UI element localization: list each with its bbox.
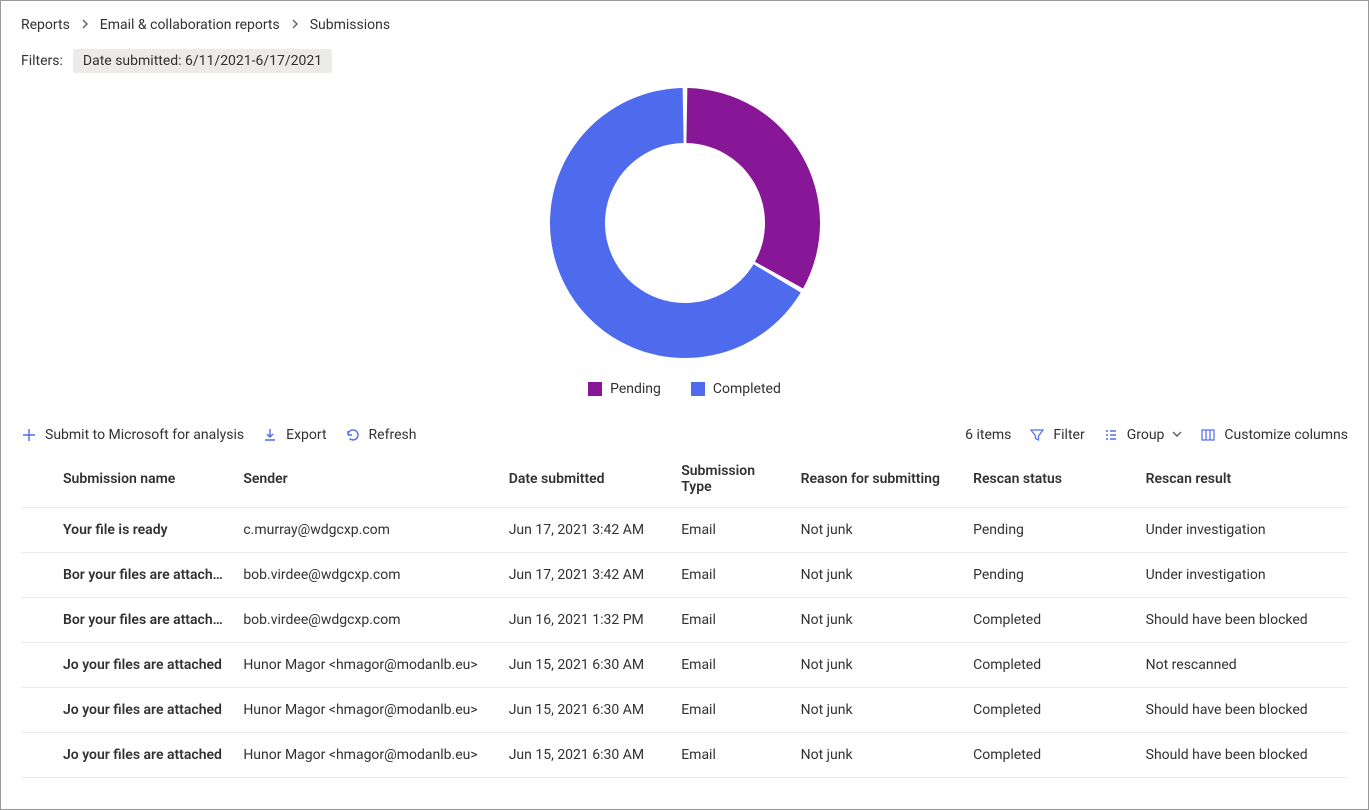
cell-type: Email — [671, 553, 790, 598]
cell-submission-name: Jo your files are attached — [21, 643, 233, 688]
legend-swatch-completed — [691, 382, 705, 396]
donut-chart — [545, 83, 825, 363]
cell-type: Email — [671, 733, 790, 778]
cell-date: Jun 15, 2021 6:30 AM — [499, 643, 672, 688]
cell-rescan-status: Pending — [963, 553, 1136, 598]
cell-type: Email — [671, 598, 790, 643]
chevron-down-icon — [1172, 427, 1182, 443]
cell-date: Jun 16, 2021 1:32 PM — [499, 598, 672, 643]
item-count: 6 items — [965, 427, 1011, 443]
export-button[interactable]: Export — [262, 427, 326, 443]
table-row[interactable]: Your file is readyc.murray@wdgcxp.comJun… — [21, 508, 1348, 553]
cell-rescan-result: Should have been blocked — [1136, 733, 1348, 778]
filter-label: Filter — [1053, 427, 1084, 443]
col-submission-name[interactable]: Submission name — [21, 451, 233, 508]
group-button[interactable]: Group — [1103, 427, 1183, 443]
cell-type: Email — [671, 688, 790, 733]
table-row[interactable]: Bor your files are attachedbob.virdee@wd… — [21, 553, 1348, 598]
donut-slice-pending[interactable] — [686, 88, 820, 288]
breadcrumb: Reports Email & collaboration reports Su… — [21, 17, 1348, 33]
table-row[interactable]: Jo your files are attachedHunor Magor <h… — [21, 643, 1348, 688]
table-header-row: Submission name Sender Date submitted Su… — [21, 451, 1348, 508]
toolbar: Submit to Microsoft for analysis Export … — [21, 427, 1348, 443]
cell-submission-name: Bor your files are attached — [21, 553, 233, 598]
filters-label: Filters: — [21, 53, 63, 69]
submissions-table: Submission name Sender Date submitted Su… — [21, 451, 1348, 778]
cell-date: Jun 15, 2021 6:30 AM — [499, 688, 672, 733]
filters-row: Filters: Date submitted: 6/11/2021-6/17/… — [21, 49, 1348, 73]
cell-rescan-status: Pending — [963, 508, 1136, 553]
cell-reason: Not junk — [791, 688, 964, 733]
cell-type: Email — [671, 508, 790, 553]
col-submission-type[interactable]: Submission Type — [671, 451, 790, 508]
col-reason[interactable]: Reason for submitting — [791, 451, 964, 508]
group-label: Group — [1127, 427, 1165, 443]
legend-swatch-pending — [588, 382, 602, 396]
refresh-icon — [345, 427, 361, 443]
chevron-right-icon — [290, 17, 300, 33]
filter-icon — [1029, 427, 1045, 443]
customize-label: Customize columns — [1224, 427, 1348, 443]
customize-columns-button[interactable]: Customize columns — [1200, 427, 1348, 443]
cell-rescan-status: Completed — [963, 733, 1136, 778]
breadcrumb-email-collab[interactable]: Email & collaboration reports — [100, 17, 280, 33]
legend-label: Completed — [713, 381, 781, 397]
col-sender[interactable]: Sender — [233, 451, 498, 508]
col-rescan-status[interactable]: Rescan status — [963, 451, 1136, 508]
breadcrumb-submissions[interactable]: Submissions — [310, 17, 390, 33]
breadcrumb-reports[interactable]: Reports — [21, 17, 70, 33]
cell-date: Jun 15, 2021 6:30 AM — [499, 733, 672, 778]
cell-rescan-result: Under investigation — [1136, 508, 1348, 553]
cell-submission-name: Bor your files are attached — [21, 598, 233, 643]
cell-rescan-result: Should have been blocked — [1136, 598, 1348, 643]
export-label: Export — [286, 427, 326, 443]
col-rescan-result[interactable]: Rescan result — [1136, 451, 1348, 508]
cell-rescan-result: Should have been blocked — [1136, 688, 1348, 733]
chart-legend: Pending Completed — [588, 381, 781, 397]
cell-rescan-result: Under investigation — [1136, 553, 1348, 598]
cell-sender: c.murray@wdgcxp.com — [233, 508, 498, 553]
filter-button[interactable]: Filter — [1029, 427, 1084, 443]
cell-reason: Not junk — [791, 733, 964, 778]
cell-reason: Not junk — [791, 598, 964, 643]
legend-label: Pending — [610, 381, 661, 397]
cell-rescan-status: Completed — [963, 688, 1136, 733]
refresh-label: Refresh — [369, 427, 417, 443]
download-icon — [262, 427, 278, 443]
table-row[interactable]: Jo your files are attachedHunor Magor <h… — [21, 733, 1348, 778]
chart-area: Pending Completed — [21, 83, 1348, 397]
cell-sender: bob.virdee@wdgcxp.com — [233, 553, 498, 598]
cell-reason: Not junk — [791, 508, 964, 553]
cell-sender: Hunor Magor <hmagor@modanlb.eu> — [233, 688, 498, 733]
cell-date: Jun 17, 2021 3:42 AM — [499, 553, 672, 598]
table-row[interactable]: Jo your files are attachedHunor Magor <h… — [21, 688, 1348, 733]
group-icon — [1103, 427, 1119, 443]
cell-date: Jun 17, 2021 3:42 AM — [499, 508, 672, 553]
cell-submission-name: Jo your files are attached — [21, 688, 233, 733]
submit-to-microsoft-button[interactable]: Submit to Microsoft for analysis — [21, 427, 244, 443]
cell-sender: Hunor Magor <hmagor@modanlb.eu> — [233, 733, 498, 778]
table-row[interactable]: Bor your files are attachedbob.virdee@wd… — [21, 598, 1348, 643]
cell-sender: Hunor Magor <hmagor@modanlb.eu> — [233, 643, 498, 688]
cell-sender: bob.virdee@wdgcxp.com — [233, 598, 498, 643]
chevron-right-icon — [80, 17, 90, 33]
col-date-submitted[interactable]: Date submitted — [499, 451, 672, 508]
cell-reason: Not junk — [791, 643, 964, 688]
cell-rescan-result: Not rescanned — [1136, 643, 1348, 688]
submit-label: Submit to Microsoft for analysis — [45, 427, 244, 443]
cell-reason: Not junk — [791, 553, 964, 598]
plus-icon — [21, 427, 37, 443]
cell-rescan-status: Completed — [963, 643, 1136, 688]
legend-pending[interactable]: Pending — [588, 381, 661, 397]
refresh-button[interactable]: Refresh — [345, 427, 417, 443]
cell-type: Email — [671, 643, 790, 688]
legend-completed[interactable]: Completed — [691, 381, 781, 397]
filter-chip-date[interactable]: Date submitted: 6/11/2021-6/17/2021 — [73, 49, 332, 73]
cell-submission-name: Jo your files are attached — [21, 733, 233, 778]
cell-submission-name: Your file is ready — [21, 508, 233, 553]
cell-rescan-status: Completed — [963, 598, 1136, 643]
columns-icon — [1200, 427, 1216, 443]
